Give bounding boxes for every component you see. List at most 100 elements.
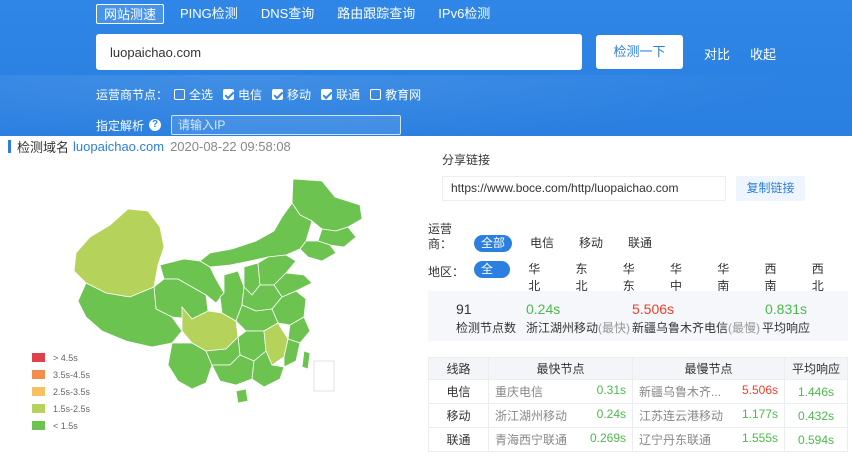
share-title: 分享链接: [442, 153, 491, 167]
domain-input[interactable]: [96, 34, 582, 70]
fast-value: 0.24s: [596, 407, 626, 421]
table-row: 移动 浙江湖州移动 0.24s 江苏连云港移动 1.177s 0.432s: [428, 403, 848, 428]
checkbox-label: 教育网: [385, 88, 422, 102]
map-region-inner-mongolia[interactable]: [199, 202, 313, 268]
checkbox-unicom[interactable]: 联通: [321, 86, 360, 103]
cell-average: 0.432s: [784, 403, 848, 428]
header-banner: 网站测速 PING检测 DNS查询 路由跟踪查询 IPv6检测 检测一下 对比 …: [0, 0, 852, 136]
checkbox-mobile[interactable]: 移动: [272, 86, 311, 103]
share-url-field[interactable]: https://www.boce.com/http/luopaichao.com: [442, 176, 726, 201]
help-icon[interactable]: ?: [149, 119, 162, 131]
check-button[interactable]: 检测一下: [596, 35, 683, 69]
cell-isp: 电信: [428, 379, 489, 404]
collapse-link[interactable]: 收起: [750, 44, 776, 63]
isp-filter: 运营商节点： 全选 电信 移动 联通 教育网: [96, 86, 431, 103]
result-title: 检测域名: [17, 140, 70, 155]
pill-area-all[interactable]: 全部: [474, 261, 511, 293]
checkbox-telecom[interactable]: 电信: [223, 86, 262, 103]
pill-mobile[interactable]: 移动: [572, 235, 610, 252]
cell-slowest: 江苏连云港移动 1.177s: [632, 403, 785, 428]
checkbox-label: 移动: [287, 88, 312, 102]
cell-fastest: 青海西宁联通 0.269s: [488, 427, 633, 452]
legend-label: < 1.5s: [53, 420, 78, 431]
legend-swatch: [32, 353, 45, 362]
checkbox-icon[interactable]: [370, 89, 382, 100]
legend-swatch: [32, 387, 45, 396]
ip-input[interactable]: [171, 115, 402, 135]
operator-pills: 全部 电信 移动 联通: [474, 235, 670, 252]
compare-link[interactable]: 对比: [704, 44, 730, 63]
legend-item: 1.5s-2.5s: [32, 400, 90, 417]
cell-isp: 联通: [428, 427, 489, 452]
result-domain-link[interactable]: luopaichao.com: [73, 139, 164, 154]
checkbox-select-all[interactable]: 全选: [174, 86, 213, 103]
map-legend: > 4.5s 3.5s-4.5s 2.5s-3.5s 1.5s-2.5s < 1…: [32, 349, 90, 434]
fast-node: 青海西宁联通: [495, 433, 568, 447]
pill-unicom[interactable]: 联通: [621, 235, 659, 252]
south-sea-inset: [313, 360, 335, 392]
legend-swatch: [32, 404, 45, 413]
pill-area-north[interactable]: 华北: [521, 261, 557, 293]
stat-fastest: 0.24s 浙江湖州移动(最快): [526, 299, 630, 336]
pill-area-east[interactable]: 华东: [616, 261, 652, 293]
stat-average: 0.831s 平均响应: [762, 299, 810, 336]
cell-average: 1.446s: [784, 379, 848, 404]
checkbox-label: 电信: [238, 88, 263, 102]
resolve-row: 指定解析 ?: [96, 115, 402, 135]
pill-all[interactable]: 全部: [474, 235, 513, 252]
area-filter-label: 地区：: [428, 265, 465, 279]
slow-value: 1.177s: [741, 407, 778, 421]
legend-label: 2.5s-3.5s: [53, 386, 91, 397]
stat-value: 0.831s: [764, 301, 808, 317]
copy-link-button[interactable]: 复制链接: [736, 176, 805, 201]
fast-node: 浙江湖州移动: [495, 409, 568, 423]
pill-area-central[interactable]: 华中: [663, 261, 699, 293]
slow-value: 5.506s: [741, 383, 778, 397]
checkbox-checked-icon[interactable]: [272, 89, 284, 100]
stat-value: 91: [456, 301, 472, 317]
operator-label-line2: 商：: [428, 237, 453, 251]
fast-value: 0.269s: [589, 431, 626, 445]
pill-area-southwest[interactable]: 西南: [758, 261, 794, 293]
pill-area-northwest[interactable]: 西北: [805, 261, 841, 293]
map-region-taiwan[interactable]: [301, 350, 311, 370]
legend-swatch: [32, 370, 45, 379]
pill-telecom[interactable]: 电信: [523, 235, 561, 252]
tab-ipv6[interactable]: IPv6检测: [431, 4, 497, 24]
stat-node-count: 91 检测节点数: [456, 299, 516, 336]
checkbox-edu[interactable]: 教育网: [370, 86, 421, 103]
checkbox-checked-icon[interactable]: [223, 89, 235, 100]
area-pills: 全部 华北 东北 华东 华中 华南 西南 西北: [474, 261, 852, 293]
pill-area-northeast[interactable]: 东北: [569, 261, 605, 293]
result-domain-line: 检测域名 luopaichao.com 2020-08-22 09:58:08: [8, 137, 291, 156]
map-region-hainan[interactable]: [235, 388, 249, 404]
tab-traceroute[interactable]: 路由跟踪查询: [330, 4, 422, 24]
legend-item: 3.5s-4.5s: [32, 366, 90, 383]
legend-label: 1.5s-2.5s: [53, 403, 91, 414]
checkbox-checked-icon[interactable]: [321, 89, 333, 100]
stat-value: 0.24s: [526, 301, 561, 317]
checkbox-icon[interactable]: [174, 89, 186, 100]
operator-filter-label: 运营 商：: [428, 222, 452, 252]
isp-result-table: 线路 最快节点 最慢节点 平均响应 电信 重庆电信 0.31s 新疆乌鲁木齐..…: [428, 357, 848, 452]
result-time: 2020-08-22 09:58:08: [170, 139, 291, 154]
table-header-row: 线路 最快节点 最慢节点 平均响应: [428, 357, 848, 380]
tab-dns[interactable]: DNS查询: [254, 4, 321, 24]
cell-isp: 移动: [428, 403, 489, 428]
legend-item: 2.5s-3.5s: [32, 383, 90, 400]
tab-website-speed[interactable]: 网站测速: [96, 4, 165, 24]
pill-area-south[interactable]: 华南: [710, 261, 746, 293]
stat-label: 新疆乌鲁木齐电信: [632, 321, 729, 335]
slow-node: 新疆乌鲁木齐...: [639, 385, 722, 399]
fast-value: 0.31s: [596, 383, 626, 397]
cell-average: 0.594s: [784, 427, 848, 452]
summary-stats: 91 检测节点数 0.24s 浙江湖州移动(最快) 5.506s 新疆乌鲁木齐电…: [428, 291, 848, 341]
col-header-average: 平均响应: [784, 357, 848, 380]
operator-label-line1: 运营: [428, 222, 453, 236]
stat-tag: (最快): [598, 321, 631, 335]
checkbox-label: 联通: [336, 88, 361, 102]
stat-slowest: 5.506s 新疆乌鲁木齐电信(最慢): [632, 299, 760, 336]
slow-node: 辽宁丹东联通: [639, 433, 712, 447]
tab-ping[interactable]: PING检测: [173, 4, 245, 24]
isp-filter-label: 运营商节点：: [96, 88, 169, 102]
